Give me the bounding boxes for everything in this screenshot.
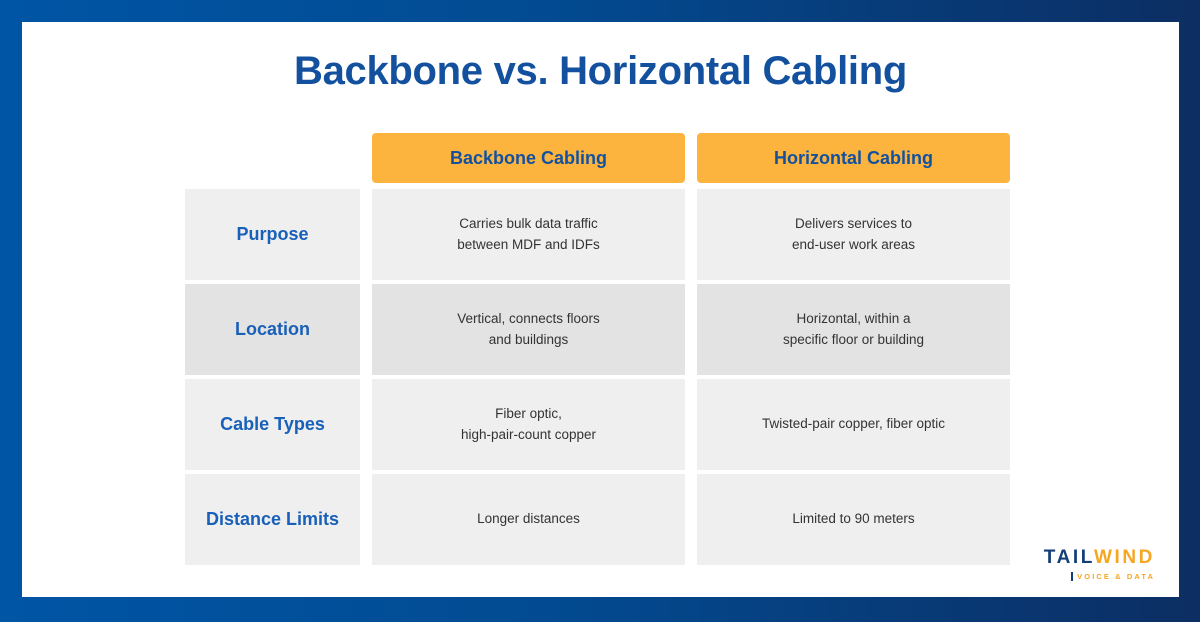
table-row: Purpose Carries bulk data traffic betwee… [185,189,1010,280]
cell-location-backbone: Vertical, connects floors and buildings [372,284,685,375]
cell-cable-types-backbone: Fiber optic, high-pair-count copper [372,379,685,470]
logo-wordmark: TAILWIND [1044,548,1155,567]
column-header-horizontal: Horizontal Cabling [697,133,1010,183]
cell-text: Fiber optic, high-pair-count copper [460,405,597,442]
table-row: Distance Limits Longer distances Limited… [185,474,1010,565]
cell-purpose-backbone: Carries bulk data traffic between MDF an… [372,189,685,280]
comparison-table: Backbone Cabling Horizontal Cabling Purp… [185,133,1010,565]
table-header-row: Backbone Cabling Horizontal Cabling [185,133,1010,183]
page-title: Backbone vs. Horizontal Cabling [293,49,908,93]
column-header-backbone: Backbone Cabling [372,133,685,183]
cell-text: Horizontal, within a specific floor or b… [782,310,925,347]
table-row: Location Vertical, connects floors and b… [185,284,1010,375]
logo-word-tail: TAIL [1043,547,1094,568]
cell-text: Delivers services to end-user work areas [791,215,916,252]
slide-frame: Backbone vs. Horizontal Cabling Backbone… [0,0,1200,622]
table-row: Cable Types Fiber optic, high-pair-count… [185,379,1010,470]
logo-word-wind: WIND [1093,547,1155,568]
cell-location-horizontal: Horizontal, within a specific floor or b… [697,284,1010,375]
cell-text: Vertical, connects floors and buildings [457,310,600,347]
row-label-location: Location [185,284,360,375]
cell-text: Longer distances [477,511,580,527]
cell-text: Twisted-pair copper, fiber optic [761,416,946,432]
row-label-purpose: Purpose [185,189,360,280]
table-corner-cell [185,133,360,183]
cell-cable-types-horizontal: Twisted-pair copper, fiber optic [697,379,1010,470]
logo-tagline: VOICE & DATA [1071,572,1155,581]
cell-text: Limited to 90 meters [792,511,915,527]
slide-canvas: Backbone vs. Horizontal Cabling Backbone… [22,22,1179,597]
tailwind-logo: TAILWIND VOICE & DATA [1044,548,1155,583]
cell-purpose-horizontal: Delivers services to end-user work areas [697,189,1010,280]
cell-distance-limits-backbone: Longer distances [372,474,685,565]
row-label-distance-limits: Distance Limits [185,474,360,565]
cell-text: Carries bulk data traffic between MDF an… [457,215,600,252]
cell-distance-limits-horizontal: Limited to 90 meters [697,474,1010,565]
row-label-cable-types: Cable Types [185,379,360,470]
